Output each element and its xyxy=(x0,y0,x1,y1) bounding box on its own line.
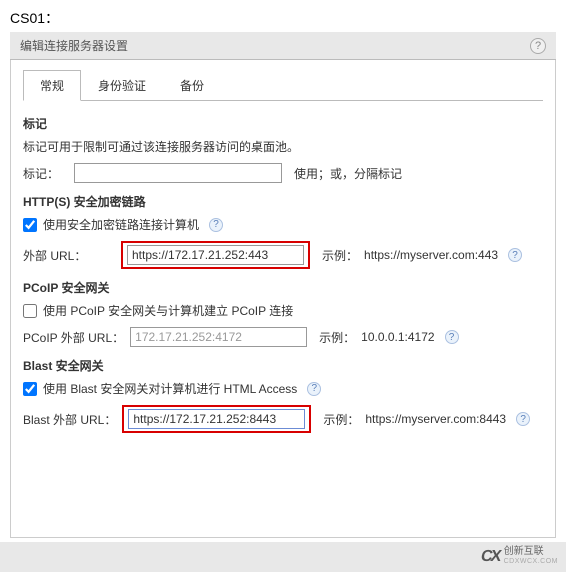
blast-hint-url: https://myserver.com:8443 xyxy=(365,412,506,426)
dialog-title: 编辑连接服务器设置 xyxy=(20,37,128,54)
page-footer: CX 创新互联 CDXWCX.COM xyxy=(0,542,566,572)
help-icon[interactable]: ? xyxy=(508,248,522,262)
pcoip-url-label: PCoIP 外部 URL： xyxy=(23,329,124,346)
https-tunnel-checkbox[interactable] xyxy=(23,218,37,232)
dialog-body: 常规 身份验证 备份 标记 标记可用于限制可通过该连接服务器访问的桌面池。 标记… xyxy=(10,60,556,538)
help-icon[interactable]: ? xyxy=(445,330,459,344)
pcoip-gateway-checkbox[interactable] xyxy=(23,304,37,318)
tags-desc: 标记可用于限制可通过该连接服务器访问的桌面池。 xyxy=(23,138,543,155)
https-url-label: 外部 URL： xyxy=(23,247,115,264)
pcoip-section-title: PCoIP 安全网关 xyxy=(23,279,543,296)
tab-backup[interactable]: 备份 xyxy=(163,70,221,101)
tags-section-title: 标记 xyxy=(23,115,543,132)
help-icon[interactable]: ? xyxy=(530,38,546,54)
help-icon[interactable]: ? xyxy=(516,412,530,426)
logo-company: 创新互联 xyxy=(504,547,558,557)
tags-hint: 使用；或，分隔标记 xyxy=(294,165,402,182)
tags-input[interactable] xyxy=(74,163,282,183)
pcoip-cb-label: 使用 PCoIP 安全网关与计算机建立 PCoIP 连接 xyxy=(43,302,293,319)
pcoip-url-input xyxy=(130,327,307,347)
https-hint-prefix: 示例： xyxy=(322,247,358,264)
blast-url-input[interactable] xyxy=(128,409,305,429)
blast-gateway-checkbox[interactable] xyxy=(23,382,37,396)
https-url-input[interactable] xyxy=(127,245,304,265)
tags-label: 标记： xyxy=(23,165,68,182)
tab-general[interactable]: 常规 xyxy=(23,70,81,101)
help-icon[interactable]: ? xyxy=(209,218,223,232)
highlight-box xyxy=(121,241,310,269)
pcoip-hint-prefix: 示例： xyxy=(319,329,355,346)
tab-bar: 常规 身份验证 备份 xyxy=(23,70,543,101)
footer-logo: CX 创新互联 CDXWCX.COM xyxy=(481,547,558,567)
https-section-title: HTTP(S) 安全加密链路 xyxy=(23,193,543,210)
https-cb-label: 使用安全加密链路连接计算机 xyxy=(43,216,199,233)
blast-hint-prefix: 示例： xyxy=(323,411,359,428)
tab-auth[interactable]: 身份验证 xyxy=(81,70,163,101)
pcoip-hint-url: 10.0.0.1:4172 xyxy=(361,330,434,344)
blast-url-label: Blast 外部 URL： xyxy=(23,411,116,428)
dialog-header: 编辑连接服务器设置 ? xyxy=(10,32,556,60)
logo-mark-icon: CX xyxy=(480,548,501,566)
blast-cb-label: 使用 Blast 安全网关对计算机进行 HTML Access xyxy=(43,380,297,397)
server-label: CS01： xyxy=(10,8,556,28)
blast-section-title: Blast 安全网关 xyxy=(23,357,543,374)
https-hint-url: https://myserver.com:443 xyxy=(364,248,498,262)
highlight-box xyxy=(122,405,311,433)
help-icon[interactable]: ? xyxy=(307,382,321,396)
logo-sub: CDXWCX.COM xyxy=(504,557,558,567)
